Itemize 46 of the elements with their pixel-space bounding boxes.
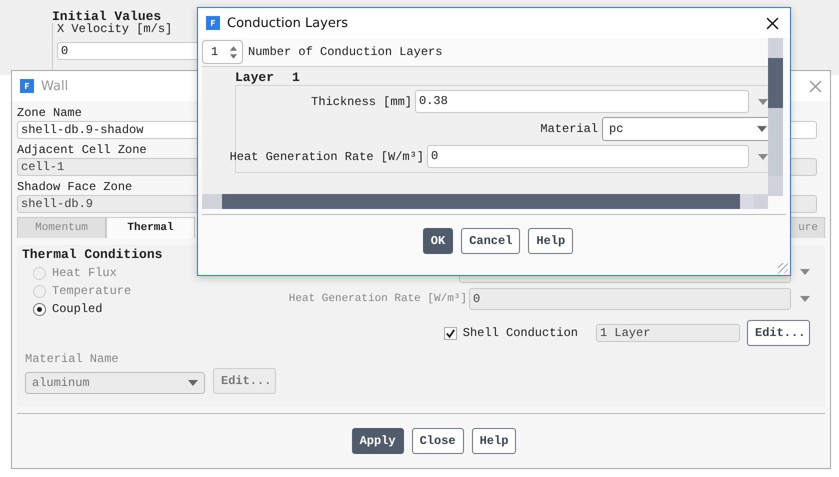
button[interactable]: Help	[528, 228, 574, 254]
button[interactable]: OK	[422, 228, 454, 254]
button[interactable]: Help	[472, 428, 516, 454]
button[interactable]: Apply	[352, 428, 404, 454]
dropdown-arrow-icon[interactable]	[758, 154, 768, 160]
radio-label: Heat Flux	[52, 266, 117, 280]
window-title: Wall	[41, 78, 70, 94]
dropdown-arrow-icon[interactable]	[800, 296, 810, 302]
spinner-field[interactable]: 1	[202, 40, 243, 64]
field-label: Material Name	[25, 351, 119, 367]
tab[interactable]: Thermal	[106, 217, 195, 238]
checkbox[interactable]	[444, 326, 457, 340]
dropdown-arrow-icon[interactable]	[758, 98, 768, 104]
input-field[interactable]: 0	[427, 145, 749, 168]
vertical-scrollbar[interactable]	[768, 38, 783, 196]
button[interactable]: Cancel	[461, 228, 520, 254]
resize-grip-icon[interactable]	[778, 263, 788, 273]
field-label: Heat Generation Rate [W/m³]	[230, 148, 424, 164]
dropdown-arrow-icon[interactable]	[757, 126, 767, 132]
section-title: Thermal Conditions	[22, 246, 164, 264]
scrollbar-thumb[interactable]	[768, 58, 783, 108]
section-title: Initial Values	[52, 10, 162, 24]
radio-label: Temperature	[52, 284, 132, 298]
group-title: Layer	[235, 71, 274, 85]
field-label: Zone Name	[17, 105, 82, 121]
field-label: Thickness [mm]	[311, 94, 412, 110]
radio-label: Coupled	[52, 302, 102, 316]
checkbox-label: Shell Conduction	[462, 325, 578, 341]
field-label: Number of Conduction Layers	[248, 44, 442, 60]
field-label: Heat Generation Rate [W/m³]	[288, 292, 467, 307]
input-field[interactable]: 1 Layer	[596, 324, 740, 342]
spinner-arrows-icon[interactable]	[229, 44, 238, 60]
field-label: X Velocity [m/s]	[57, 23, 172, 35]
window-title: Conduction Layers	[227, 16, 349, 30]
radio-button[interactable]	[33, 302, 46, 316]
button[interactable]: Edit...	[747, 320, 810, 346]
button[interactable]: Close	[412, 428, 464, 454]
app-logo-icon	[206, 16, 220, 30]
dropdown-arrow-icon[interactable]	[800, 269, 810, 275]
field-label: Shadow Face Zone	[17, 179, 132, 195]
close-icon[interactable]	[766, 16, 779, 30]
app-logo-icon	[20, 79, 34, 93]
field-label: Adjacent Cell Zone	[17, 142, 147, 158]
input-field[interactable]: 0.38	[415, 90, 749, 113]
field-label: Material	[540, 121, 598, 137]
group-number: 1	[292, 71, 300, 85]
